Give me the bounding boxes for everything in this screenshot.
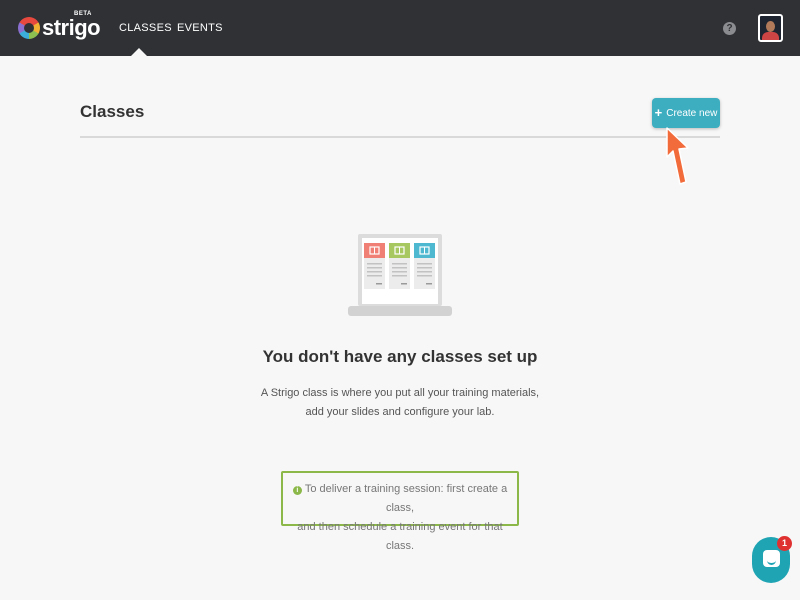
page-title: Classes (80, 102, 145, 121)
empty-state-description: A Strigo class is where you put all your… (0, 384, 800, 422)
nav-tab-events[interactable]: EVENTS (177, 22, 223, 34)
logo-ring-icon (18, 17, 40, 39)
logo-wordmark: strigo (42, 15, 101, 40)
active-tab-indicator (131, 48, 147, 56)
user-avatar[interactable] (758, 14, 783, 42)
help-icon[interactable]: ? (723, 22, 736, 35)
class-card-blue (414, 243, 435, 289)
create-new-label: Create new (666, 107, 718, 119)
chat-bubble-icon (763, 550, 780, 567)
training-tip-box: i To deliver a training session: first cr… (281, 471, 519, 552)
pointer-arrow-icon (666, 127, 689, 185)
header-divider (80, 136, 720, 138)
top-nav-bar: strigo BETA CLASSES EVENTS ? (0, 0, 800, 56)
class-card-red (364, 243, 385, 289)
class-card-green (389, 243, 410, 289)
empty-state-description-line-1: A Strigo class is where you put all your… (260, 387, 540, 399)
tip-line-2: and then schedule a training event for t… (297, 521, 503, 552)
chat-unread-badge: 1 (777, 536, 792, 551)
empty-state-description-line-2: add your slides and configure your lab. (305, 406, 495, 418)
tip-line-1-text: To deliver a training session: first cre… (304, 483, 508, 514)
info-icon: i (292, 486, 302, 495)
nav-tab-classes[interactable]: CLASSES (119, 22, 172, 34)
beta-badge: BETA (74, 11, 92, 17)
create-new-button[interactable]: + Create new (652, 98, 720, 128)
empty-classes-illustration (348, 234, 452, 316)
plus-icon: + (654, 105, 663, 120)
strigo-logo[interactable]: strigo BETA (18, 11, 101, 42)
empty-state-title: You don't have any classes set up (262, 347, 538, 366)
tip-line-1: i To deliver a training session: first cr… (283, 480, 517, 518)
